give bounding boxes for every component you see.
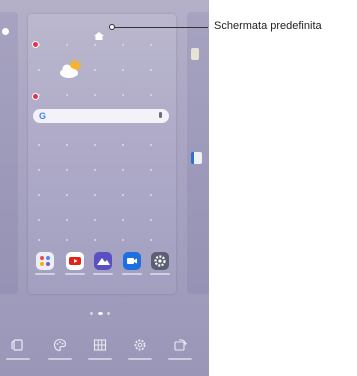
grid-dot	[122, 94, 124, 96]
home-settings-icon	[134, 339, 146, 351]
themes-icon	[53, 338, 67, 352]
grid-dot	[150, 194, 152, 196]
youtube-icon[interactable]	[66, 252, 84, 270]
grid-dot	[66, 169, 68, 171]
grid-dot	[122, 239, 124, 241]
toolbar-label	[48, 358, 72, 360]
wallpaper-button[interactable]	[4, 338, 32, 372]
grid-dot	[150, 239, 152, 241]
callout-dot	[109, 24, 115, 30]
google-logo-icon: G	[39, 111, 47, 121]
video-icon[interactable]	[123, 252, 141, 270]
home-icon[interactable]	[94, 27, 104, 40]
grid-dot	[94, 94, 96, 96]
grid-dot	[66, 44, 68, 46]
app-label	[65, 273, 85, 275]
grid-dot	[150, 169, 152, 171]
grid-dot	[122, 169, 124, 171]
grid-dot	[38, 169, 40, 171]
search-bar[interactable]: G	[33, 109, 169, 123]
widgets-button[interactable]	[86, 338, 114, 372]
grid-dot	[38, 239, 40, 241]
app-icon	[191, 152, 202, 164]
grid-dot	[38, 219, 40, 221]
folder-icon[interactable]	[36, 252, 54, 270]
app-label	[35, 273, 55, 275]
grid-dot	[150, 94, 152, 96]
notification-badge	[32, 41, 39, 48]
grid-dot	[150, 144, 152, 146]
page-dot	[107, 312, 110, 315]
grid-dot	[94, 219, 96, 221]
grid-dot	[66, 219, 68, 221]
grid-dot	[150, 219, 152, 221]
grid-dot	[38, 194, 40, 196]
grid-dot	[150, 44, 152, 46]
previous-page-preview[interactable]	[0, 12, 18, 294]
page-dot	[90, 312, 93, 315]
grid-dot	[122, 219, 124, 221]
grid-dot	[150, 69, 152, 71]
toolbar-label	[6, 358, 30, 360]
grid-dot	[122, 194, 124, 196]
page-indicator-dot	[2, 28, 9, 35]
grid-dot	[94, 239, 96, 241]
grid-dot	[122, 44, 124, 46]
grid-dot	[66, 194, 68, 196]
page-dot-active	[98, 312, 103, 315]
next-page-preview[interactable]	[187, 12, 209, 294]
grid-dot	[94, 194, 96, 196]
settings-icon[interactable]	[151, 252, 169, 270]
app-icon	[191, 48, 199, 60]
grid-dot	[122, 144, 124, 146]
weather-icon[interactable]	[58, 58, 84, 80]
app-label	[150, 273, 170, 275]
grid-dot	[38, 69, 40, 71]
mic-icon[interactable]	[159, 112, 162, 118]
grid-dot	[94, 169, 96, 171]
grid-dot	[38, 144, 40, 146]
edit-toolbar	[0, 330, 209, 376]
home-settings-button[interactable]	[126, 338, 154, 372]
rotate-button[interactable]	[166, 338, 194, 372]
rotate-icon	[174, 339, 187, 351]
grid-dot	[66, 144, 68, 146]
toolbar-label	[88, 358, 112, 360]
themes-button[interactable]	[46, 338, 74, 372]
home-screen-editor: G	[0, 0, 209, 376]
grid-dot	[66, 94, 68, 96]
app-dock	[34, 252, 172, 275]
callout-label: Schermata predefinita	[214, 20, 322, 32]
grid-dot	[94, 69, 96, 71]
toolbar-label	[168, 358, 192, 360]
wallpaper-icon	[11, 339, 23, 351]
page-indicator	[90, 312, 114, 316]
callout-line	[112, 27, 208, 28]
app-label	[93, 273, 113, 275]
grid-dot	[94, 44, 96, 46]
grid-dot	[94, 144, 96, 146]
app-label	[122, 273, 142, 275]
home-page-preview[interactable]: G	[28, 14, 176, 294]
grid-dot	[66, 239, 68, 241]
gallery-icon[interactable]	[94, 252, 112, 270]
toolbar-label	[128, 358, 152, 360]
notification-badge	[32, 93, 39, 100]
widgets-icon	[93, 339, 107, 351]
grid-dot	[122, 69, 124, 71]
